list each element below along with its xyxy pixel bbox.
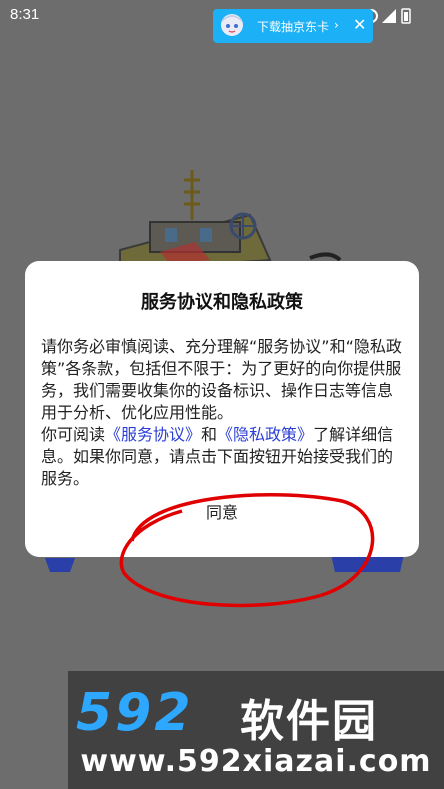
privacy-dialog: 服务协议和隐私政策 请你务必审慎阅读、充分理解“服务协议”和“隐私政策”各条款，… [25,261,419,557]
watermark-logo-text: 软件园 [240,696,378,747]
dialog-body: 请你务必审慎阅读、充分理解“服务协议”和“隐私政策”各条款，包括但不限于：为了更… [41,336,405,490]
dialog-title: 服务协议和隐私政策 [141,292,303,313]
privacy-policy-link[interactable]: 《隐私政策》 [217,425,313,444]
dialog-paragraph: 请你务必审慎阅读、充分理解“服务协议”和“隐私政策”各条款，包括但不限于：为了更… [41,337,402,422]
anime-avatar-icon [221,14,243,36]
ad-label: 下载抽京东卡 [257,20,330,34]
service-agreement-link[interactable]: 《服务协议》 [105,425,201,444]
text-and: 和 [201,425,218,444]
close-icon[interactable]: ✕ [353,16,366,34]
ad-banner[interactable]: 下载抽京东卡 › ✕ [213,9,373,43]
watermark: 592 软件园 www.592xiazai.com [68,671,444,789]
watermark-url: www.592xiazai.com [80,744,432,779]
text-prefix: 你可阅读 [41,425,106,444]
agree-button[interactable]: 同意 [172,493,272,533]
watermark-logo-number: 592 [76,683,194,743]
chevron-right-icon: › [334,18,339,32]
dialog-paragraph-links: 你可阅读《服务协议》和《隐私政策》了解详细信息。如果你同意，请点击下面按钮开始接… [41,424,405,490]
status-time: 8:31 [10,6,40,23]
